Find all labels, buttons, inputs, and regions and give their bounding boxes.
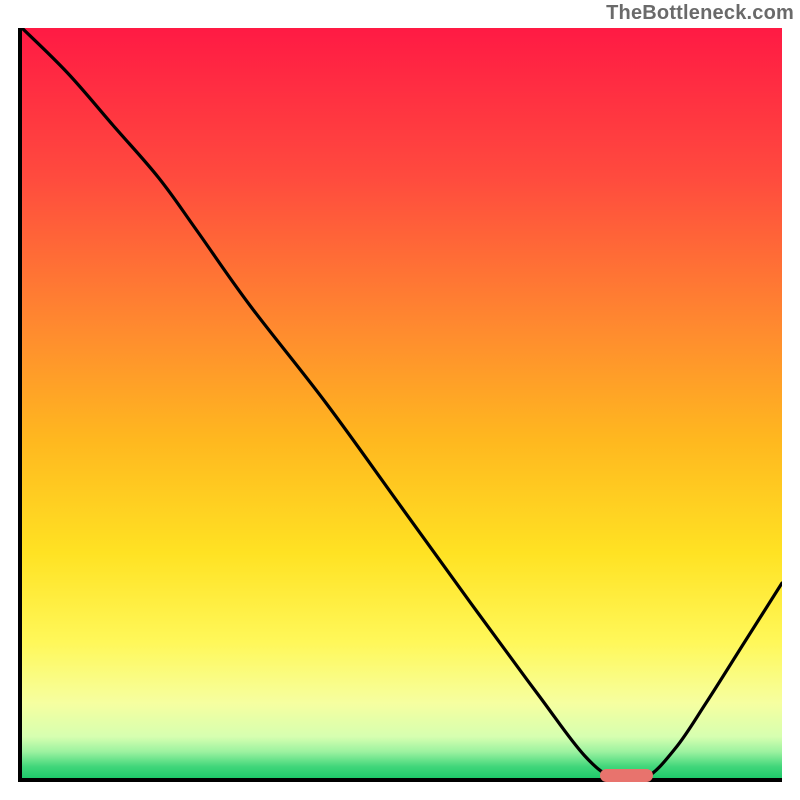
plot-area — [18, 28, 782, 782]
chart-container: TheBottleneck.com — [0, 0, 800, 800]
watermark-text: TheBottleneck.com — [606, 2, 794, 25]
bottleneck-curve — [22, 28, 782, 778]
minimum-marker — [600, 769, 653, 782]
